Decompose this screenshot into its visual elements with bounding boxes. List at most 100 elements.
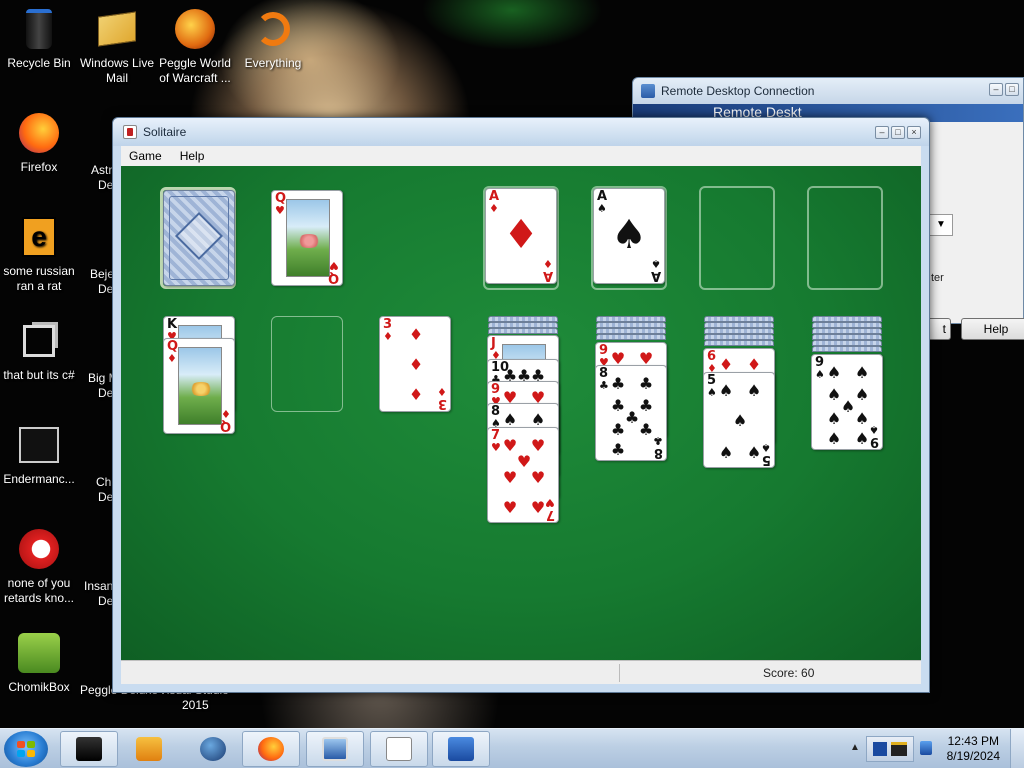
card-face-art bbox=[178, 347, 222, 425]
card-rank: 7 bbox=[545, 507, 555, 522]
spade-icon: ♠ bbox=[611, 212, 647, 258]
tableau-7-card[interactable]: 9 ♠ ♠ ♠ ♠ ♠ ♠ ♠ ♠ ♠ ♠ 9 ♠ bbox=[811, 354, 883, 450]
menu-game[interactable]: Game bbox=[129, 149, 162, 163]
desktop-icon-none-of-you[interactable]: none of you retards kno... bbox=[0, 526, 78, 606]
spade-icon: ♠ bbox=[732, 411, 748, 430]
minimize-button[interactable]: – bbox=[989, 83, 1003, 96]
solitaire-icon bbox=[386, 737, 412, 761]
club-icon: ♣ bbox=[599, 379, 609, 392]
diamond-icon: ♦ bbox=[489, 202, 499, 215]
desktop-icon-some-russian[interactable]: e some russian ran a rat bbox=[0, 214, 78, 294]
desktop-partial-label: 2015 bbox=[182, 698, 209, 712]
desktop-icon-label: Everything bbox=[244, 56, 302, 70]
heart-icon: ♥ bbox=[491, 441, 501, 454]
heart-icon: ♥ bbox=[516, 452, 532, 471]
close-button[interactable]: × bbox=[907, 126, 921, 139]
solitaire-icon bbox=[123, 125, 137, 139]
minimize-button[interactable]: – bbox=[875, 126, 889, 139]
desktop-icon-label: Endermanc... bbox=[3, 472, 75, 486]
desktop-partial-label: Astr bbox=[91, 163, 113, 177]
desktop-icon-label: Firefox bbox=[20, 160, 58, 174]
foundation-2[interactable]: A ♠ ♠ A ♠ bbox=[593, 188, 665, 284]
window-title: Solitaire bbox=[143, 125, 187, 139]
taskbar-item-remote-desktop[interactable] bbox=[306, 731, 364, 767]
taskbar-item-1[interactable] bbox=[60, 731, 118, 767]
chevron-up-icon[interactable]: ▲ bbox=[850, 742, 860, 753]
desktop-icon-label: Peggle World of Warcraft ... bbox=[159, 56, 231, 85]
remote-desktop-titlebar[interactable]: Remote Desktop Connection bbox=[633, 78, 1023, 104]
tableau-3-card[interactable]: 3 ♦ ♦ ♦ ♦ 3 ♦ bbox=[379, 316, 451, 412]
remote-desktop-partial-text: ter bbox=[931, 272, 944, 284]
desktop-icon-windows-live-mail[interactable]: Windows Live Mail bbox=[78, 6, 156, 86]
tableau-4-facedown bbox=[488, 328, 558, 334]
windows-logo-icon bbox=[17, 741, 35, 757]
taskbar-item-firefox[interactable] bbox=[242, 731, 300, 767]
maximize-button[interactable]: □ bbox=[891, 126, 905, 139]
taskbar-item-3[interactable] bbox=[184, 731, 242, 767]
start-button[interactable] bbox=[4, 731, 48, 767]
desktop-icon-recycle-bin[interactable]: Recycle Bin bbox=[0, 6, 78, 71]
desktop-icon-peggle-world-of-warcraft[interactable]: Peggle World of Warcraft ... bbox=[156, 6, 234, 86]
club-icon: ♣ bbox=[653, 434, 663, 447]
spade-icon: ♠ bbox=[761, 441, 771, 454]
chevron-down-icon[interactable]: ▼ bbox=[929, 214, 953, 236]
tableau-1-card[interactable]: Q ♦ Q ♦ bbox=[163, 338, 235, 434]
menu-bar: Game Help bbox=[121, 146, 921, 166]
clock[interactable]: 12:43 PM 8/19/2024 bbox=[947, 734, 1000, 764]
peggle-icon bbox=[172, 6, 218, 52]
waste-card[interactable]: Q ♥ Q ♥ bbox=[271, 190, 343, 286]
desktop-icon-label: none of you retards kno... bbox=[3, 576, 75, 605]
app-icon bbox=[16, 422, 62, 468]
spade-icon: ♠ bbox=[854, 385, 870, 404]
stock-pile[interactable] bbox=[163, 190, 235, 286]
browser-icon bbox=[16, 526, 62, 572]
taskbar-item-solitaire[interactable] bbox=[370, 731, 428, 767]
desktop-icon-that-but-its-csharp[interactable]: that but its c# bbox=[0, 318, 78, 383]
taskbar-item-2[interactable] bbox=[120, 731, 178, 767]
menu-help[interactable]: Help bbox=[180, 149, 205, 163]
desktop-icon-label: ChomikBox bbox=[8, 680, 70, 694]
spade-icon: ♠ bbox=[854, 409, 870, 428]
tray-app-icon[interactable] bbox=[866, 736, 914, 762]
tableau-4-card[interactable]: 7 ♥ ♥ ♥ ♥ ♥ ♥ ♥ ♥ 7 ♥ bbox=[487, 427, 559, 523]
foundation-4-empty[interactable] bbox=[807, 186, 883, 290]
desktop-partial-label: Beje bbox=[90, 267, 115, 281]
foundation-1[interactable]: A ♦ ♦ A ♦ bbox=[485, 188, 557, 284]
solitaire-titlebar[interactable]: Solitaire bbox=[113, 118, 929, 146]
tableau-6-facedown bbox=[704, 340, 774, 346]
game-board[interactable]: Q ♥ Q ♥ A ♦ ♦ A ♦ A ♠ ♠ A ♠ K ♥ Q ♦ Q ♦ … bbox=[121, 166, 921, 660]
system-tray: ▲ 12:43 PM 8/19/2024 bbox=[844, 729, 1024, 768]
mail-icon bbox=[94, 6, 140, 52]
network-status-icon[interactable] bbox=[920, 741, 932, 755]
remote-desktop-icon bbox=[322, 737, 348, 761]
spade-icon: ♠ bbox=[869, 423, 879, 436]
foundation-3-empty[interactable] bbox=[699, 186, 775, 290]
diamond-icon: ♦ bbox=[408, 325, 424, 344]
desktop-icon-everything[interactable]: Everything bbox=[234, 6, 312, 71]
firefox-icon bbox=[258, 737, 284, 761]
black-box-icon bbox=[76, 737, 102, 761]
club-icon: ♣ bbox=[638, 374, 654, 393]
spade-icon: ♠ bbox=[854, 363, 870, 382]
heart-icon: ♥ bbox=[530, 468, 546, 487]
help-button[interactable]: Help bbox=[961, 318, 1024, 340]
card-rank: A bbox=[542, 268, 553, 283]
tableau-6-card[interactable]: 5 ♠ ♠ ♠ ♠ ♠ ♠ 5 ♠ bbox=[703, 372, 775, 468]
tableau-2-empty[interactable] bbox=[271, 316, 343, 412]
card-rank: 9 bbox=[869, 434, 879, 449]
spade-icon: ♠ bbox=[707, 386, 717, 399]
desktop-icon-endermanc[interactable]: Endermanc... bbox=[0, 422, 78, 487]
heart-icon: ♥ bbox=[530, 498, 546, 517]
desktop-icon-firefox[interactable]: Firefox bbox=[0, 110, 78, 175]
card-face-art bbox=[286, 199, 330, 277]
taskbar-item-network[interactable] bbox=[432, 731, 490, 767]
heart-icon: ♥ bbox=[502, 498, 518, 517]
spade-icon: ♠ bbox=[597, 202, 607, 215]
show-desktop-button[interactable] bbox=[1010, 729, 1024, 768]
solitaire-window[interactable]: Solitaire – □ × Game Help Q ♥ Q ♥ A ♦ ♦ … bbox=[112, 117, 930, 693]
tableau-5-card[interactable]: 8 ♣ ♣ ♣ ♣ ♣ ♣ ♣ ♣ ♣ 8 ♣ bbox=[595, 365, 667, 461]
desktop-icon-chomikbox[interactable]: ChomikBox bbox=[0, 630, 78, 695]
tableau-5-facedown bbox=[596, 334, 666, 340]
heart-icon: ♥ bbox=[502, 436, 518, 455]
maximize-button[interactable]: □ bbox=[1005, 83, 1019, 96]
